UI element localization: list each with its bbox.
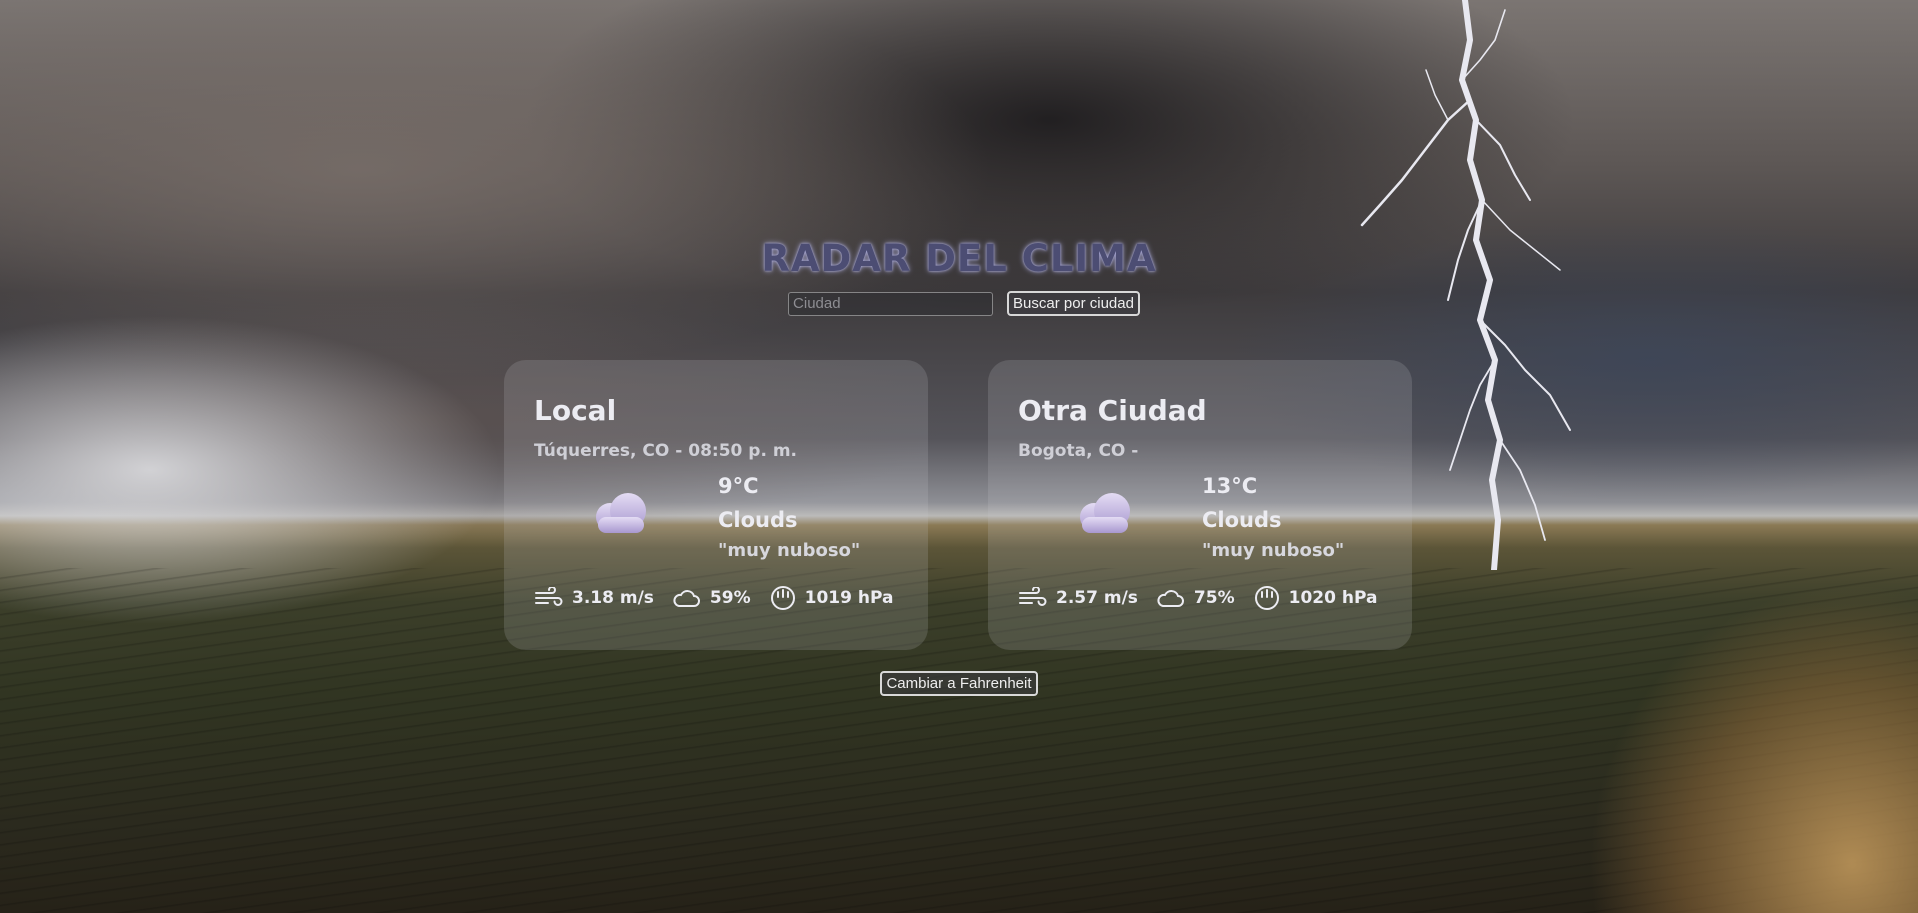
- background-grass: [1588, 583, 1918, 913]
- pressure-value: 1020 hPa: [1288, 588, 1378, 608]
- wind-value: 2.57 m/s: [1056, 588, 1138, 608]
- wind-metric: 2.57 m/s: [1018, 587, 1138, 609]
- temperature-value: 13°C: [1202, 474, 1258, 498]
- wind-value: 3.18 m/s: [572, 588, 654, 608]
- search-bar: Buscar por ciudad: [0, 291, 1918, 316]
- other-city-weather-card: Otra Ciudad Bogota, CO - 13°C Clouds "mu…: [988, 360, 1412, 650]
- cloud-icon: [1157, 590, 1184, 607]
- pressure-metric: 1019 hPa: [769, 585, 894, 611]
- clouds-icon: [1042, 469, 1162, 569]
- weather-condition: Clouds: [718, 508, 798, 532]
- gauge-icon: [770, 586, 795, 610]
- card-title: Local: [534, 394, 617, 427]
- wind-metric: 3.18 m/s: [534, 587, 654, 609]
- gauge-icon: [1254, 586, 1279, 610]
- weather-cards: Local Túquerres, CO - 08:50 p. m. 9°C Cl…: [504, 360, 1412, 650]
- local-weather-card: Local Túquerres, CO - 08:50 p. m. 9°C Cl…: [504, 360, 928, 650]
- card-location: Bogota, CO -: [1018, 441, 1139, 461]
- cloud-icon: [673, 590, 700, 607]
- card-location: Túquerres, CO - 08:50 p. m.: [534, 441, 797, 461]
- pressure-metric: 1020 hPa: [1253, 585, 1378, 611]
- search-city-button[interactable]: Buscar por ciudad: [1007, 291, 1140, 316]
- weather-description: "muy nuboso": [718, 540, 861, 561]
- wind-icon: [535, 587, 563, 606]
- page-title: RADAR DEL CLIMA: [761, 236, 1157, 280]
- clouds-icon: [558, 469, 678, 569]
- humidity-metric: 75%: [1156, 587, 1235, 609]
- fahrenheit-toggle-button[interactable]: Cambiar a Fahrenheit: [880, 671, 1038, 696]
- weather-description: "muy nuboso": [1202, 540, 1345, 561]
- humidity-metric: 59%: [672, 587, 751, 609]
- weather-condition: Clouds: [1202, 508, 1282, 532]
- humidity-value: 75%: [1193, 588, 1235, 608]
- humidity-value: 59%: [709, 588, 751, 608]
- wind-icon: [1019, 587, 1047, 606]
- pressure-value: 1019 hPa: [804, 588, 894, 608]
- temperature-value: 9°C: [718, 474, 759, 498]
- city-search-input[interactable]: [788, 291, 994, 316]
- card-title: Otra Ciudad: [1018, 394, 1207, 427]
